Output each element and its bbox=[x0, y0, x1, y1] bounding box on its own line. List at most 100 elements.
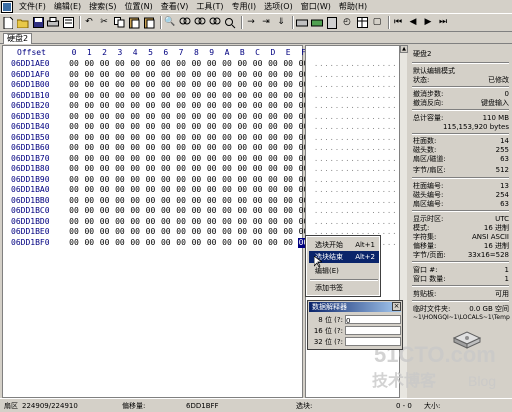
hex-byte[interactable]: 00 bbox=[83, 133, 95, 143]
hex-byte[interactable]: 00 bbox=[267, 143, 279, 153]
text-row[interactable]: ................ bbox=[314, 217, 397, 227]
hex-byte[interactable]: 00 bbox=[114, 91, 126, 101]
hex-byte[interactable]: 00 bbox=[282, 101, 294, 111]
cut-icon[interactable]: ✂ bbox=[98, 17, 110, 29]
text-row[interactable]: ................ bbox=[314, 185, 397, 195]
hex-byte[interactable]: 00 bbox=[282, 196, 294, 206]
hex-byte[interactable]: 00 bbox=[282, 133, 294, 143]
interp-8bit-value[interactable]: 0 bbox=[345, 315, 401, 325]
find-icon[interactable]: 🔍 bbox=[164, 17, 176, 29]
hex-byte[interactable]: 00 bbox=[129, 91, 141, 101]
properties-icon[interactable] bbox=[62, 17, 74, 29]
hex-byte[interactable]: 00 bbox=[160, 133, 172, 143]
hex-byte[interactable]: 00 bbox=[252, 122, 264, 132]
menu-item-add-bookmark[interactable]: 添加书签 bbox=[309, 282, 379, 294]
hex-byte[interactable]: 00 bbox=[221, 217, 233, 227]
hex-byte[interactable]: 00 bbox=[68, 70, 80, 80]
hex-byte[interactable]: 00 bbox=[236, 143, 248, 153]
text-row[interactable]: ................ bbox=[314, 206, 397, 216]
hex-byte[interactable]: 00 bbox=[252, 59, 264, 69]
hex-byte[interactable]: 00 bbox=[160, 154, 172, 164]
hex-byte[interactable]: 00 bbox=[129, 206, 141, 216]
hex-byte[interactable]: 00 bbox=[114, 164, 126, 174]
hex-byte[interactable]: 00 bbox=[221, 175, 233, 185]
hex-byte[interactable]: 00 bbox=[114, 206, 126, 216]
hex-byte[interactable]: 00 bbox=[267, 122, 279, 132]
hex-byte[interactable]: 00 bbox=[190, 122, 202, 132]
hex-byte[interactable]: 00 bbox=[99, 91, 111, 101]
hex-byte[interactable]: 00 bbox=[282, 175, 294, 185]
hex-byte[interactable]: 00 bbox=[68, 227, 80, 237]
hex-byte[interactable]: 00 bbox=[145, 164, 157, 174]
hex-byte[interactable]: 00 bbox=[175, 59, 187, 69]
hex-byte[interactable]: 00 bbox=[99, 185, 111, 195]
hex-byte[interactable]: 00 bbox=[221, 70, 233, 80]
hex-byte[interactable]: 00 bbox=[175, 133, 187, 143]
hex-byte[interactable]: 00 bbox=[267, 101, 279, 111]
hex-byte[interactable]: 00 bbox=[267, 70, 279, 80]
hex-byte[interactable]: 00 bbox=[145, 59, 157, 69]
hex-byte[interactable]: 00 bbox=[252, 70, 264, 80]
hex-byte[interactable]: 00 bbox=[282, 154, 294, 164]
hex-byte[interactable]: 00 bbox=[206, 164, 218, 174]
hex-byte[interactable]: 00 bbox=[221, 196, 233, 206]
hex-byte[interactable]: 00 bbox=[190, 80, 202, 90]
new-file-icon[interactable] bbox=[2, 16, 14, 29]
hex-byte[interactable]: 00 bbox=[160, 227, 172, 237]
hex-byte[interactable]: 00 bbox=[206, 238, 218, 248]
save-icon[interactable] bbox=[32, 17, 44, 29]
hex-byte[interactable]: 00 bbox=[267, 164, 279, 174]
hex-byte[interactable]: 00 bbox=[206, 112, 218, 122]
hex-byte[interactable]: 00 bbox=[145, 101, 157, 111]
app-icon[interactable] bbox=[1, 0, 13, 13]
hex-byte[interactable]: 00 bbox=[175, 80, 187, 90]
hex-byte[interactable]: 00 bbox=[206, 59, 218, 69]
hex-byte[interactable]: 00 bbox=[206, 175, 218, 185]
hex-byte[interactable]: 00 bbox=[267, 59, 279, 69]
hex-byte[interactable]: 00 bbox=[236, 185, 248, 195]
hex-byte[interactable]: 00 bbox=[160, 206, 172, 216]
hex-byte[interactable]: 00 bbox=[236, 154, 248, 164]
hex-byte[interactable]: 00 bbox=[99, 80, 111, 90]
hex-byte[interactable]: 00 bbox=[190, 59, 202, 69]
hex-byte[interactable]: 00 bbox=[175, 238, 187, 248]
hex-byte[interactable]: 00 bbox=[206, 217, 218, 227]
hex-byte[interactable]: 00 bbox=[190, 143, 202, 153]
hex-byte[interactable]: 00 bbox=[68, 112, 80, 122]
hex-byte[interactable]: 00 bbox=[68, 206, 80, 216]
menu-file[interactable]: 文件(F) bbox=[15, 0, 50, 14]
tab-disk2[interactable]: 硬盘2 bbox=[3, 33, 33, 44]
hex-byte[interactable]: 00 bbox=[129, 238, 141, 248]
hex-byte[interactable]: 00 bbox=[175, 185, 187, 195]
hex-byte[interactable]: 00 bbox=[83, 154, 95, 164]
hex-byte[interactable]: 00 bbox=[267, 206, 279, 216]
hex-byte[interactable]: 00 bbox=[160, 217, 172, 227]
hex-byte[interactable]: 00 bbox=[252, 154, 264, 164]
hex-byte[interactable]: 00 bbox=[129, 112, 141, 122]
hex-byte[interactable]: 00 bbox=[99, 101, 111, 111]
hex-byte[interactable]: 00 bbox=[236, 70, 248, 80]
hex-byte[interactable]: 00 bbox=[206, 91, 218, 101]
hex-byte[interactable]: 00 bbox=[83, 206, 95, 216]
hex-byte[interactable]: 00 bbox=[221, 91, 233, 101]
text-row[interactable]: ................ bbox=[314, 164, 397, 174]
hex-byte[interactable]: 00 bbox=[99, 154, 111, 164]
hex-byte[interactable]: 00 bbox=[236, 217, 248, 227]
menu-window[interactable]: 窗口(W) bbox=[297, 0, 335, 14]
view-icon[interactable]: ▢ bbox=[371, 17, 383, 29]
hex-byte[interactable]: 00 bbox=[145, 154, 157, 164]
hex-byte[interactable]: 00 bbox=[83, 101, 95, 111]
hex-byte[interactable]: 00 bbox=[129, 122, 141, 132]
text-row[interactable]: ................ bbox=[314, 143, 397, 153]
hex-byte[interactable]: 00 bbox=[99, 238, 111, 248]
hex-byte[interactable]: 00 bbox=[221, 238, 233, 248]
hex-byte[interactable]: 00 bbox=[190, 185, 202, 195]
find-hex-icon[interactable] bbox=[179, 17, 191, 29]
hex-byte[interactable]: 00 bbox=[190, 91, 202, 101]
hex-byte[interactable]: 00 bbox=[252, 91, 264, 101]
goto-sector-icon[interactable]: ⇥ bbox=[260, 17, 272, 29]
hex-byte[interactable]: 00 bbox=[190, 206, 202, 216]
hex-byte[interactable]: 00 bbox=[129, 143, 141, 153]
hex-byte[interactable]: 00 bbox=[282, 122, 294, 132]
hex-byte[interactable]: 00 bbox=[68, 101, 80, 111]
